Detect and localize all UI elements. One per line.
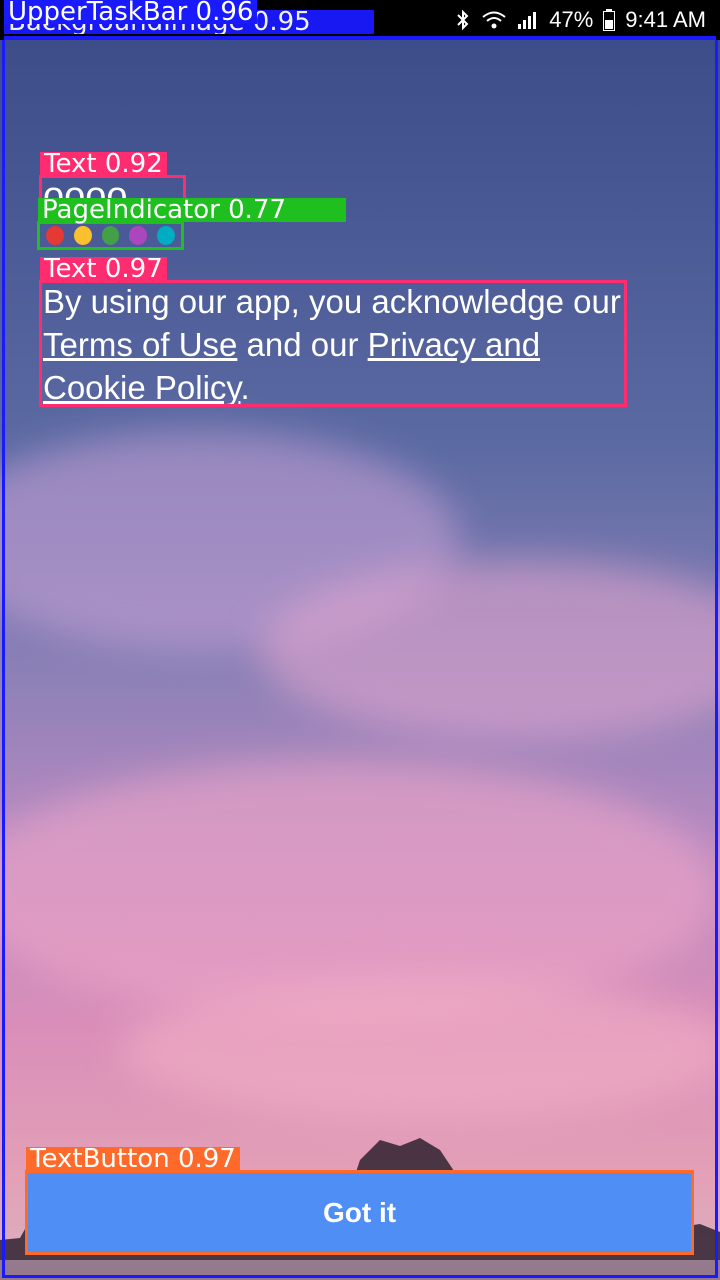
annotation-label-logo-text: Text 0.92 (40, 151, 167, 177)
page-indicator-dots (46, 226, 175, 245)
annotation-upper-taskbar (4, 36, 716, 40)
annotation-label-consent-text: Text 0.97 (40, 256, 167, 282)
status-time: 9:41 AM (625, 7, 706, 32)
page-indicator-dot[interactable] (73, 226, 92, 245)
page-indicator-dot[interactable] (101, 226, 120, 245)
annotation-label-page-indicator: PageIndicator 0.77 (38, 197, 346, 223)
page-indicator-dot[interactable] (157, 226, 175, 245)
battery-icon (603, 9, 616, 31)
annotation-text-button: TextButton 0.97 (25, 1146, 694, 1255)
annotation-label-text-button: TextButton 0.97 (26, 1146, 240, 1172)
page-indicator[interactable]: PageIndicator 0.77 (37, 197, 346, 250)
bluetooth-icon (455, 9, 471, 31)
battery-percentage: 47% (549, 7, 594, 32)
annotation-consent-text: Text 0.97 (39, 256, 627, 407)
annotation-label-upper-taskbar: UpperTaskBar 0.96 (4, 0, 258, 25)
signal-icon (517, 10, 539, 30)
page-indicator-dot[interactable] (46, 226, 64, 245)
page-indicator-dot[interactable] (129, 226, 148, 245)
wifi-icon (481, 10, 507, 30)
